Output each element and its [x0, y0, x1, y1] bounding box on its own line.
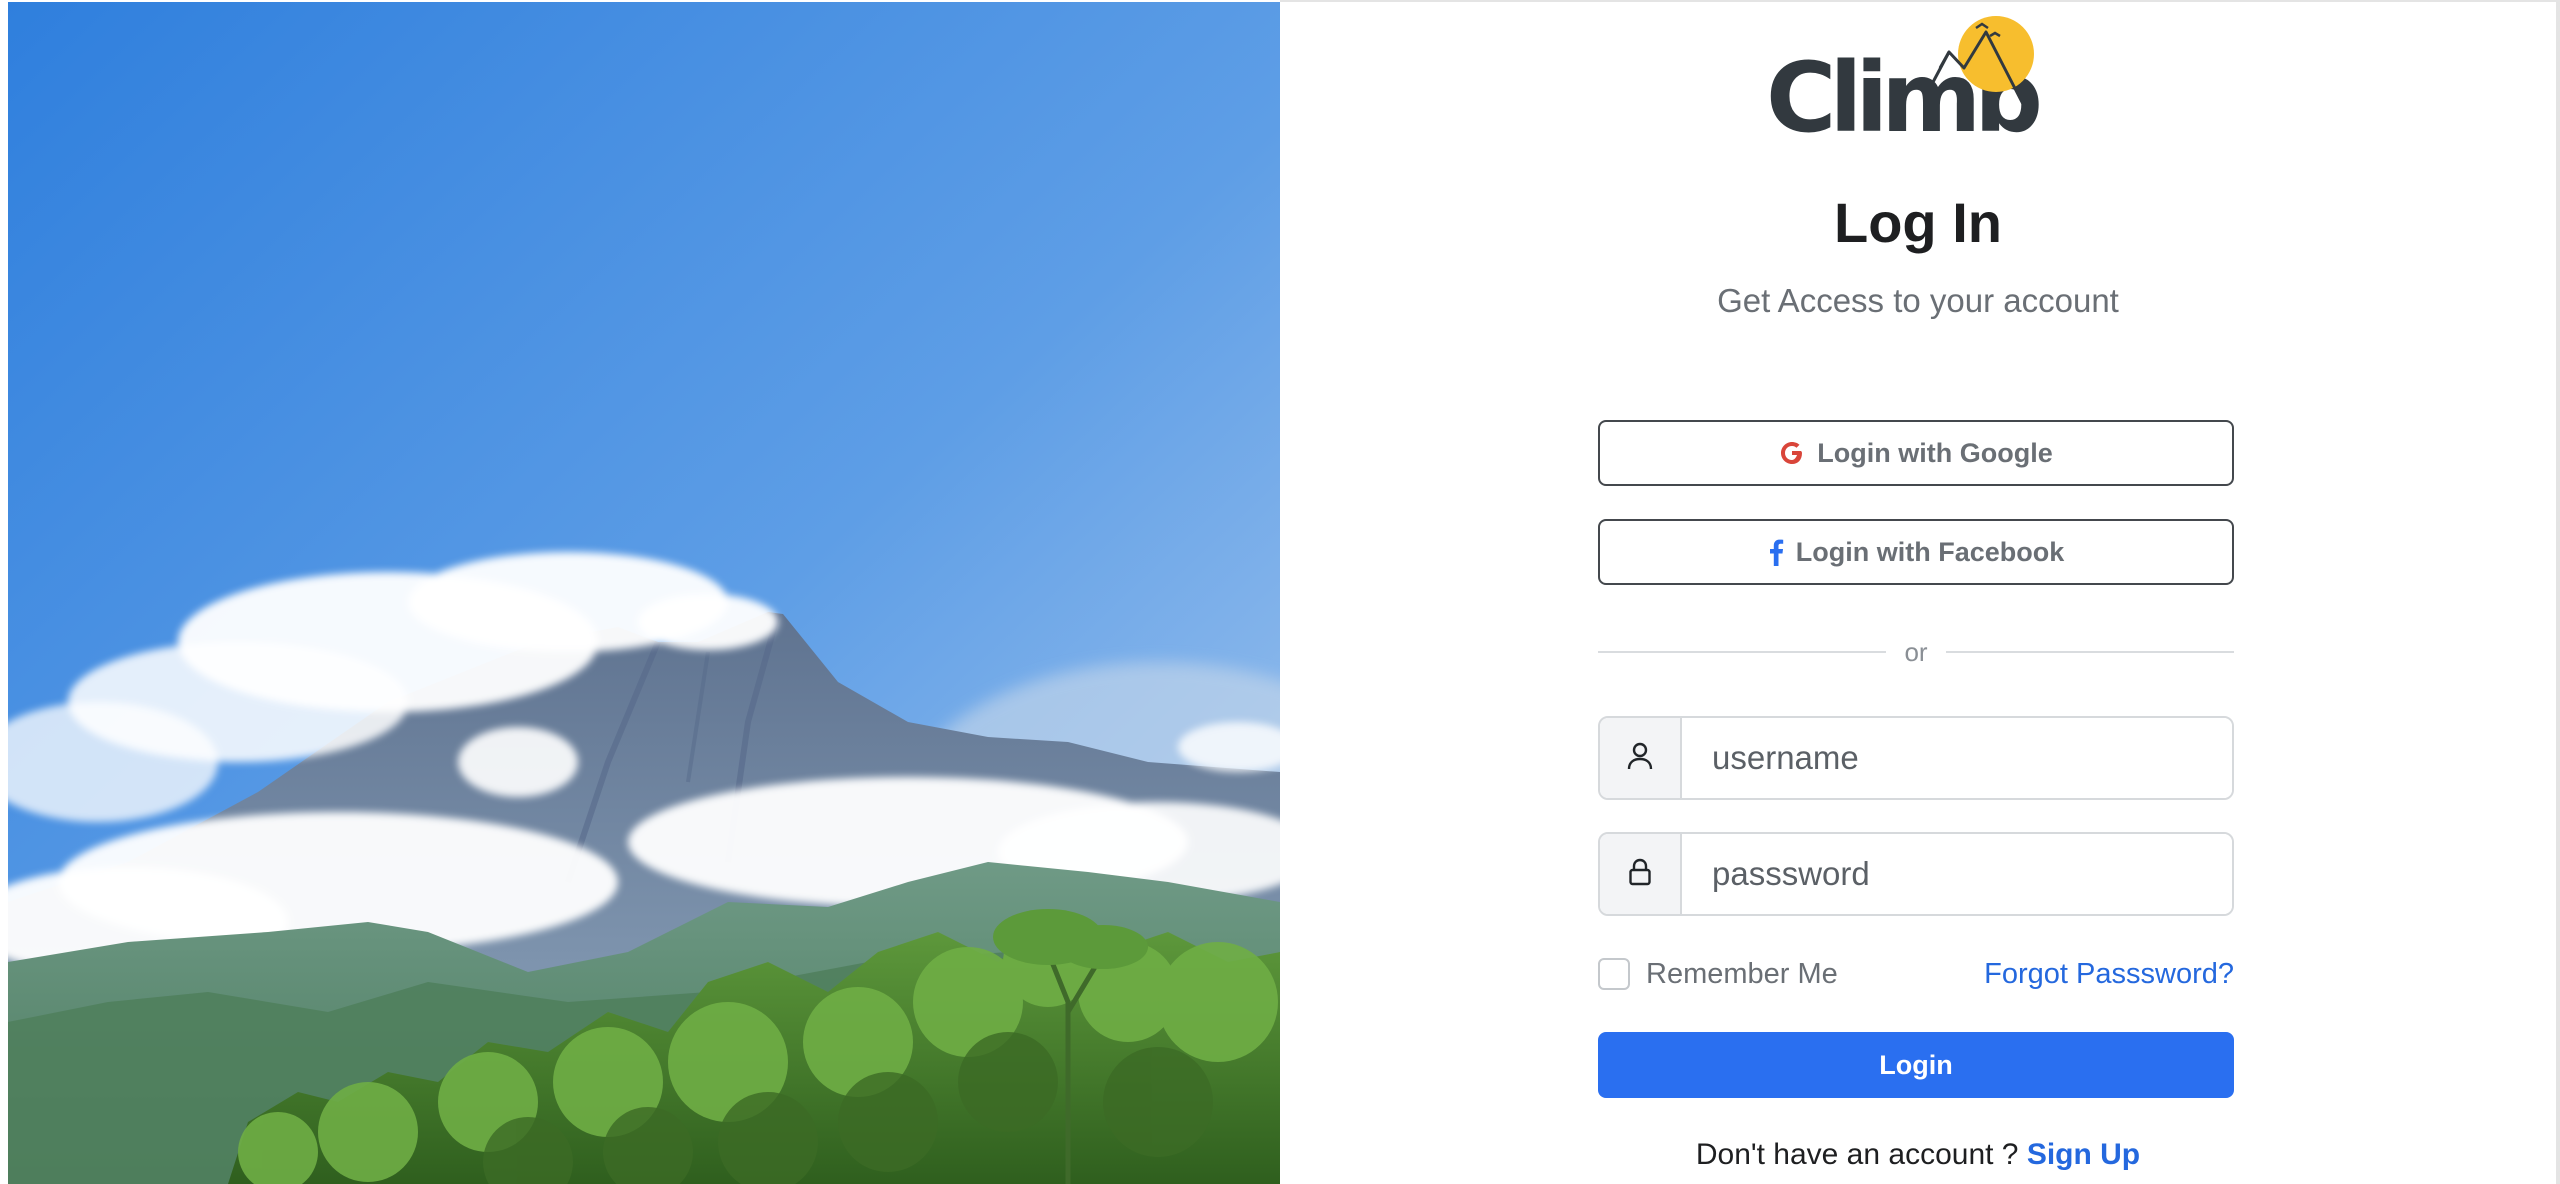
- divider-line-right: [1945, 651, 2234, 653]
- login-with-google-label: Login with Google: [1817, 437, 2053, 468]
- login-with-google-button[interactable]: Login with Google: [1598, 420, 2234, 486]
- google-icon: [1779, 440, 1805, 466]
- page-subtitle: Get Access to your account: [1717, 282, 2119, 319]
- password-input[interactable]: [1682, 834, 2232, 914]
- or-divider: or: [1598, 632, 2234, 672]
- password-group: [1598, 832, 2234, 916]
- username-addon: [1600, 718, 1682, 798]
- login-panel: Climb Log In Get Access to your account …: [1280, 0, 2560, 1184]
- password-addon: [1600, 834, 1682, 914]
- username-input[interactable]: [1682, 718, 2232, 798]
- sun-mountain-icon: [1930, 16, 2034, 107]
- climb-logo: Climb: [1764, 6, 2084, 156]
- mountain-landscape-image: [8, 2, 1280, 1184]
- user-icon: [1627, 742, 1653, 775]
- login-with-facebook-label: Login with Facebook: [1795, 536, 2065, 567]
- sign-up-link[interactable]: Sign Up: [2027, 1138, 2140, 1171]
- login-with-facebook-button[interactable]: Login with Facebook: [1598, 519, 2234, 585]
- facebook-icon: [1768, 538, 1784, 566]
- remember-me-checkbox[interactable]: [1598, 958, 1630, 990]
- page-title: Log In: [1834, 191, 2002, 254]
- remember-me: Remember Me: [1598, 956, 1838, 992]
- login-page: Climb Log In Get Access to your account …: [0, 0, 2560, 1184]
- login-button[interactable]: Login: [1598, 1032, 2234, 1098]
- remember-me-label[interactable]: Remember Me: [1646, 958, 1838, 991]
- lock-icon: [1628, 858, 1652, 891]
- username-group: [1598, 716, 2234, 800]
- signup-prompt: Don't have an account ? Sign Up: [1280, 1138, 2556, 1172]
- signup-prompt-text: Don't have an account ?: [1695, 1138, 2027, 1171]
- forgot-password-link[interactable]: Forgot Passsword?: [1984, 956, 2234, 992]
- divider-text: or: [1904, 636, 1928, 667]
- divider-line-left: [1598, 651, 1887, 653]
